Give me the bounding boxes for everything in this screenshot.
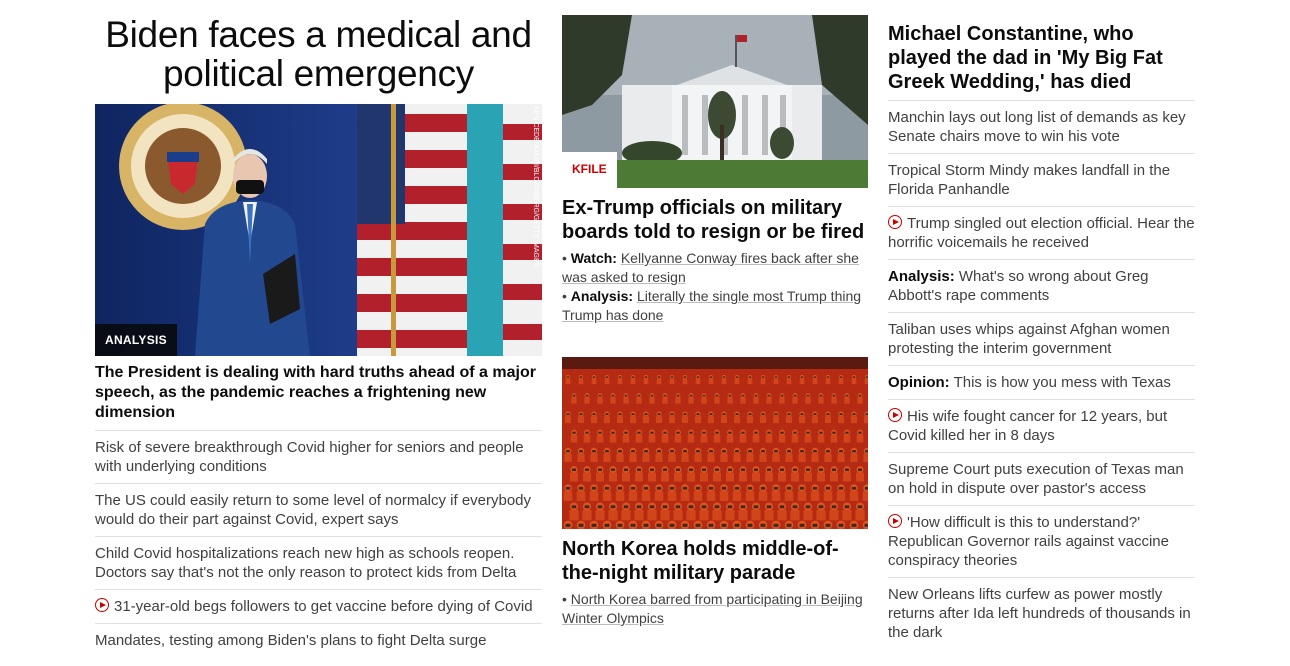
lead-story-column: Biden faces a medical and political emer… [95, 0, 542, 657]
list-item[interactable]: Opinion: This is how you mess with Texas [888, 366, 1195, 400]
list-item-text: His wife fought cancer for 12 years, but… [888, 408, 1168, 444]
kfile-badge: KFILE [562, 152, 617, 188]
parade-photo [562, 357, 868, 529]
lead-related-list: Risk of severe breakthrough Covid higher… [95, 430, 542, 657]
list-item-text: Trump singled out election official. Hea… [888, 215, 1195, 251]
related-link[interactable]: • Watch: Kellyanne Conway fires back aft… [562, 249, 868, 287]
related-link[interactable]: • Analysis: Literally the single most Tr… [562, 287, 868, 325]
list-item-prefix: Analysis: [888, 268, 955, 285]
list-item-text: This is how you mess with Texas [953, 374, 1171, 391]
list-item-text: 31-year-old begs followers to get vaccin… [114, 598, 533, 615]
list-item[interactable]: 'How difficult is this to understand?' R… [888, 506, 1195, 578]
right-column: Michael Constantine, who played the dad … [888, 0, 1195, 649]
list-item[interactable]: Trump singled out election official. Hea… [888, 207, 1195, 260]
story-headline[interactable]: Ex-Trump officials on military boards to… [562, 196, 868, 244]
list-item[interactable]: Taliban uses whips against Afghan women … [888, 313, 1195, 366]
lead-headline[interactable]: Biden faces a medical and political emer… [95, 15, 542, 93]
list-item[interactable]: New Orleans lifts curfew as power mostly… [888, 578, 1195, 649]
lead-story-image[interactable]: KEN CEDENO/UPI/BLOOMBERG/GETTY IMAGES AN… [95, 104, 542, 356]
list-item-text: Taliban uses whips against Afghan women … [888, 321, 1170, 357]
photo-credit: KEN CEDENO/UPI/BLOOMBERG/GETTY IMAGES [532, 106, 539, 268]
list-item-text: Risk of severe breakthrough Covid higher… [95, 439, 524, 475]
headline-list: Manchin lays out long list of demands as… [888, 100, 1195, 649]
list-item-text: Manchin lays out long list of demands as… [888, 109, 1186, 145]
list-item-text: New Orleans lifts curfew as power mostly… [888, 586, 1191, 641]
related-link[interactable]: • North Korea barred from participating … [562, 590, 868, 628]
link-prefix: Analysis: [570, 288, 634, 304]
link-text: North Korea barred from participating in… [562, 591, 863, 626]
list-item-text: Child Covid hospitalizations reach new h… [95, 545, 517, 581]
video-play-icon [888, 408, 902, 422]
list-item[interactable]: Tropical Storm Mindy makes landfall in t… [888, 154, 1195, 207]
story-headline[interactable]: North Korea holds middle-of-the-night mi… [562, 537, 868, 585]
list-item[interactable]: His wife fought cancer for 12 years, but… [888, 400, 1195, 453]
list-item-prefix: Opinion: [888, 374, 950, 391]
list-item[interactable]: Mandates, testing among Biden's plans to… [95, 624, 542, 657]
list-item-text: Supreme Court puts execution of Texas ma… [888, 461, 1184, 497]
list-item-text: Mandates, testing among Biden's plans to… [95, 632, 487, 649]
video-play-icon [95, 598, 109, 612]
list-item[interactable]: Supreme Court puts execution of Texas ma… [888, 453, 1195, 506]
biden-photo [95, 104, 542, 356]
video-play-icon [888, 514, 902, 528]
list-item[interactable]: Analysis: What's so wrong about Greg Abb… [888, 260, 1195, 313]
analysis-badge: ANALYSIS [95, 324, 177, 356]
list-item[interactable]: Manchin lays out long list of demands as… [888, 101, 1195, 154]
lead-subhead[interactable]: The President is dealing with hard truth… [95, 363, 542, 423]
list-item[interactable]: Risk of severe breakthrough Covid higher… [95, 431, 542, 484]
list-item-text: The US could easily return to some level… [95, 492, 532, 528]
white-house-image[interactable]: KFILE [562, 15, 868, 188]
list-item-text: 'How difficult is this to understand?' R… [888, 514, 1169, 569]
video-play-icon [888, 215, 902, 229]
north-korea-image[interactable] [562, 357, 868, 529]
middle-column: KFILE Ex-Trump officials on military boa… [562, 0, 868, 628]
list-item[interactable]: 31-year-old begs followers to get vaccin… [95, 590, 542, 624]
link-prefix: Watch: [570, 250, 617, 266]
top-headline[interactable]: Michael Constantine, who played the dad … [888, 22, 1195, 94]
list-item[interactable]: Child Covid hospitalizations reach new h… [95, 537, 542, 590]
list-item[interactable]: The US could easily return to some level… [95, 484, 542, 537]
list-item-text: Tropical Storm Mindy makes landfall in t… [888, 162, 1171, 198]
